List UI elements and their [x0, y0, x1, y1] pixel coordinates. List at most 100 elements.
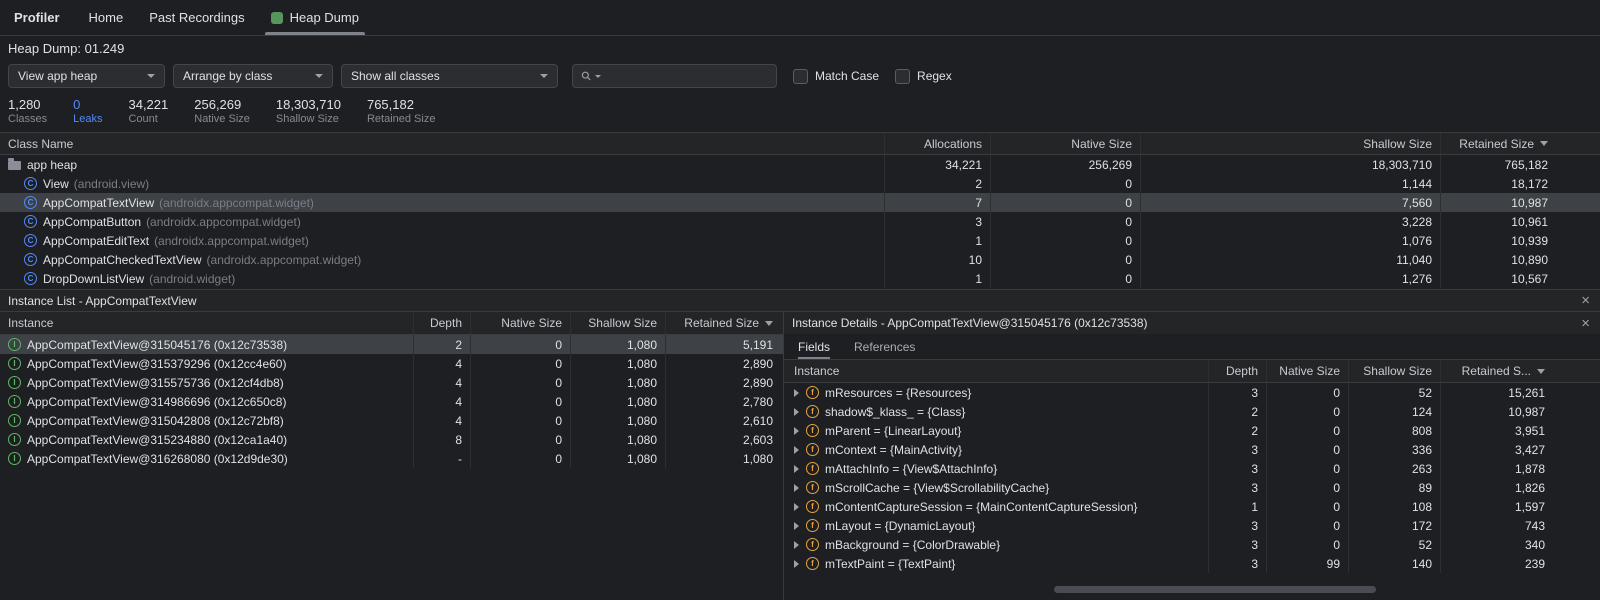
class-name-cell: CDropDownListView(android.widget) [0, 272, 884, 286]
expand-chevron-icon[interactable] [794, 484, 799, 492]
cell-value: 2,890 [665, 373, 783, 392]
instance-name-cell: IAppCompatTextView@315042808 (0x12c72bf8… [0, 414, 413, 428]
field-row[interactable]: fmLayout = {DynamicLayout}30172743 [784, 516, 1600, 535]
instance-name-cell: IAppCompatTextView@315045176 (0x12c73538… [0, 338, 413, 352]
cell-value: 7,560 [1140, 193, 1440, 212]
column-header-retained-s[interactable]: Retained S... [1440, 360, 1600, 382]
class-row[interactable]: CView(android.view)201,14418,172 [0, 174, 1600, 193]
match-case-checkbox[interactable] [793, 69, 808, 84]
column-header-native-size[interactable]: Native Size [990, 133, 1140, 154]
class-package: (androidx.appcompat.widget) [146, 215, 301, 229]
field-row[interactable]: fshadow$_klass_ = {Class}2012410,987 [784, 402, 1600, 421]
field-row[interactable]: fmScrollCache = {View$ScrollabilityCache… [784, 478, 1600, 497]
regex-option[interactable]: Regex [895, 69, 952, 84]
match-case-option[interactable]: Match Case [793, 69, 879, 84]
cell-value: 10,987 [1440, 193, 1600, 212]
instance-name: AppCompatTextView@315379296 (0x12cc4e60) [27, 357, 286, 371]
instance-name-cell: IAppCompatTextView@316268080 (0x12d9de30… [0, 452, 413, 466]
stat-retained-size: 765,182Retained Size [367, 97, 436, 127]
cell-value: 1,080 [570, 392, 665, 411]
cell-value: 1,080 [570, 430, 665, 449]
heap-scope-dropdown[interactable]: View app heap [8, 64, 165, 88]
class-row[interactable]: CAppCompatEditText(androidx.appcompat.wi… [0, 231, 1600, 250]
column-header-retained-size[interactable]: Retained Size [1440, 133, 1600, 154]
horizontal-scrollbar[interactable] [1054, 586, 1376, 593]
cell-value: 4 [413, 354, 470, 373]
tab-home[interactable]: Home [76, 0, 137, 35]
class-filter-dropdown[interactable]: Show all classes [341, 64, 558, 88]
search-history-chevron-icon [595, 75, 601, 78]
close-icon[interactable]: × [1581, 316, 1590, 331]
column-header-native-size[interactable]: Native Size [470, 312, 570, 334]
cell-value: 0 [1266, 459, 1348, 478]
profiler-window: Profiler HomePast RecordingsHeap Dump He… [0, 0, 1600, 600]
expand-chevron-icon[interactable] [794, 503, 799, 511]
instance-row[interactable]: IAppCompatTextView@315042808 (0x12c72bf8… [0, 411, 783, 430]
instance-row[interactable]: IAppCompatTextView@315575736 (0x12cf4db8… [0, 373, 783, 392]
cell-value: 3 [1208, 535, 1266, 554]
column-header-instance[interactable]: Instance [784, 364, 1208, 378]
column-header-shallow-size[interactable]: Shallow Size [1140, 133, 1440, 154]
instance-row[interactable]: IAppCompatTextView@315045176 (0x12c73538… [0, 335, 783, 354]
instance-row[interactable]: IAppCompatTextView@315234880 (0x12ca1a40… [0, 430, 783, 449]
instance-icon: I [8, 395, 21, 408]
field-row[interactable]: fmParent = {LinearLayout}208083,951 [784, 421, 1600, 440]
field-row[interactable]: fmAttachInfo = {View$AttachInfo}302631,8… [784, 459, 1600, 478]
field-icon: f [806, 405, 819, 418]
column-header-class-name[interactable]: Class Name [0, 137, 884, 151]
expand-chevron-icon[interactable] [794, 427, 799, 435]
instance-row[interactable]: IAppCompatTextView@315379296 (0x12cc4e60… [0, 354, 783, 373]
instance-row[interactable]: IAppCompatTextView@314986696 (0x12c650c8… [0, 392, 783, 411]
column-header-shallow-size[interactable]: Shallow Size [570, 312, 665, 334]
class-row[interactable]: CDropDownListView(android.widget)101,276… [0, 269, 1600, 288]
cell-value: 52 [1348, 383, 1440, 402]
field-row[interactable]: fmContext = {MainActivity}303363,427 [784, 440, 1600, 459]
expand-chevron-icon[interactable] [794, 446, 799, 454]
tab-past-recordings[interactable]: Past Recordings [136, 0, 257, 35]
arrange-dropdown[interactable]: Arrange by class [173, 64, 333, 88]
expand-chevron-icon[interactable] [794, 522, 799, 530]
instance-name: AppCompatTextView@316268080 (0x12d9de30) [27, 452, 288, 466]
cell-value: 0 [1266, 535, 1348, 554]
field-icon: f [806, 519, 819, 532]
instance-row[interactable]: IAppCompatTextView@316268080 (0x12d9de30… [0, 449, 783, 468]
expand-chevron-icon[interactable] [794, 560, 799, 568]
cell-value: 808 [1348, 421, 1440, 440]
cell-value: 4 [413, 392, 470, 411]
column-header-depth[interactable]: Depth [413, 312, 470, 334]
expand-chevron-icon[interactable] [794, 389, 799, 397]
expand-chevron-icon[interactable] [794, 465, 799, 473]
field-row[interactable]: fmResources = {Resources}305215,261 [784, 383, 1600, 402]
tab-heap-dump[interactable]: Heap Dump [258, 0, 372, 35]
column-header-shallow-size[interactable]: Shallow Size [1348, 360, 1440, 382]
cell-value: 2,780 [665, 392, 783, 411]
field-row[interactable]: fmContentCaptureSession = {MainContentCa… [784, 497, 1600, 516]
instance-name-cell: IAppCompatTextView@315575736 (0x12cf4db8… [0, 376, 413, 390]
tab-fields[interactable]: Fields [798, 334, 830, 359]
field-icon: f [806, 538, 819, 551]
field-row[interactable]: fmBackground = {ColorDrawable}3052340 [784, 535, 1600, 554]
class-row[interactable]: app heap34,221256,26918,303,710765,182 [0, 155, 1600, 174]
class-row[interactable]: CAppCompatCheckedTextView(androidx.appco… [0, 250, 1600, 269]
tab-references[interactable]: References [854, 334, 915, 359]
column-header-allocations[interactable]: Allocations [884, 133, 990, 154]
expand-chevron-icon[interactable] [794, 541, 799, 549]
column-header-retained-size[interactable]: Retained Size [665, 312, 783, 334]
search-field[interactable] [572, 64, 777, 88]
column-header-native-size[interactable]: Native Size [1266, 360, 1348, 382]
close-icon[interactable]: × [1581, 293, 1590, 308]
field-row[interactable]: fmTextPaint = {TextPaint}399140239 [784, 554, 1600, 573]
cell-value: 0 [1266, 402, 1348, 421]
stat-native-size: 256,269Native Size [194, 97, 250, 127]
regex-checkbox[interactable] [895, 69, 910, 84]
column-header-depth[interactable]: Depth [1208, 360, 1266, 382]
expand-chevron-icon[interactable] [794, 408, 799, 416]
cell-value: 0 [470, 354, 570, 373]
class-row[interactable]: CAppCompatButton(androidx.appcompat.widg… [0, 212, 1600, 231]
column-header-instance[interactable]: Instance [0, 316, 413, 330]
search-input[interactable] [605, 69, 768, 83]
class-row[interactable]: CAppCompatTextView(androidx.appcompat.wi… [0, 193, 1600, 212]
cell-value: 2,610 [665, 411, 783, 430]
tab-label: Past Recordings [149, 10, 244, 25]
cell-value: 10 [884, 250, 990, 269]
